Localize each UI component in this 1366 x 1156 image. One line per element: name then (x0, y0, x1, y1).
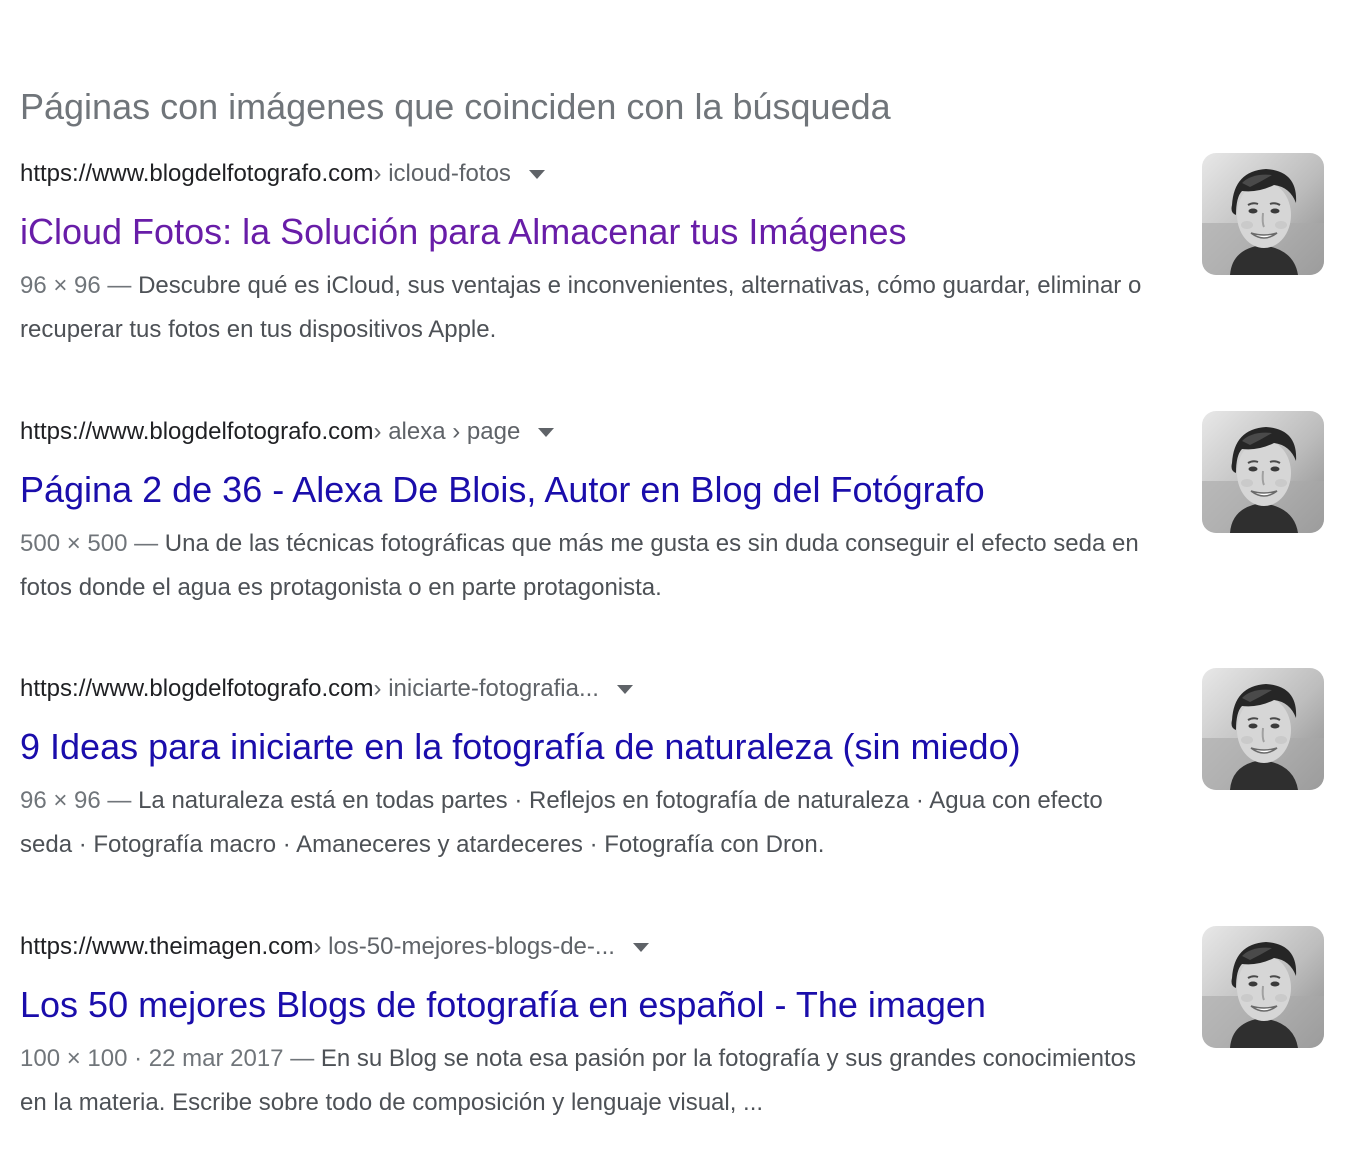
result-snippet-text: Descubre qué es iCloud, sus ventajas e i… (20, 272, 1142, 343)
result-domain: https://www.blogdelfotografo.com (20, 675, 374, 702)
result-item: https://www.blogdelfotografo.com › alexa… (20, 411, 1330, 634)
result-meta: 96 × 96 — (20, 787, 139, 814)
result-item: https://www.blogdelfotografo.com › iclou… (20, 153, 1330, 376)
result-url[interactable]: https://www.blogdelfotografo.com › iclou… (20, 156, 545, 192)
result-snippet: 100 × 100 · 22 mar 2017 — En su Blog se … (20, 1037, 1160, 1125)
portrait-thumbnail-icon[interactable] (1202, 153, 1324, 275)
image-search-results-page: Páginas con imágenes que coinciden con l… (0, 0, 1366, 1156)
result-item: https://www.blogdelfotografo.com › inici… (20, 668, 1330, 891)
caret-down-icon[interactable] (632, 942, 649, 952)
result-meta: 96 × 96 — (20, 272, 139, 299)
result-title-link[interactable]: Página 2 de 36 - Alexa De Blois, Autor e… (20, 466, 985, 514)
result-url[interactable]: https://www.theimagen.com › los-50-mejor… (20, 929, 649, 965)
result-title-link[interactable]: iCloud Fotos: la Solución para Almacenar… (20, 208, 906, 256)
result-item: https://www.theimagen.com › los-50-mejor… (20, 926, 1330, 1149)
result-meta: 100 × 100 · 22 mar 2017 — (20, 1045, 321, 1072)
result-url[interactable]: https://www.blogdelfotografo.com › alexa… (20, 414, 555, 450)
result-path: › icloud-fotos (373, 160, 511, 187)
portrait-thumbnail-icon[interactable] (1202, 411, 1324, 533)
result-domain: https://www.theimagen.com (20, 933, 314, 960)
portrait-thumbnail-icon[interactable] (1202, 926, 1324, 1048)
result-title-link[interactable]: 9 Ideas para iniciarte en la fotografía … (20, 723, 1021, 771)
caret-down-icon[interactable] (528, 169, 545, 179)
result-path: › alexa › page (373, 418, 521, 445)
portrait-thumbnail-icon[interactable] (1202, 668, 1324, 790)
result-title-link[interactable]: Los 50 mejores Blogs de fotografía en es… (20, 981, 986, 1029)
section-heading: Páginas con imágenes que coinciden con l… (20, 86, 891, 127)
result-path: › los-50-mejores-blogs-de-... (313, 933, 615, 960)
result-domain: https://www.blogdelfotografo.com (20, 160, 374, 187)
caret-down-icon[interactable] (616, 684, 633, 694)
caret-down-icon[interactable] (538, 427, 555, 437)
result-snippet: 96 × 96 — La naturaleza está en todas pa… (20, 779, 1160, 867)
result-snippet: 96 × 96 — Descubre qué es iCloud, sus ve… (20, 264, 1160, 352)
result-snippet-text: La naturaleza está en todas partes · Ref… (20, 787, 1103, 858)
result-path: › iniciarte-fotografia... (373, 675, 599, 702)
result-snippet: 500 × 500 — Una de las técnicas fotográf… (20, 522, 1160, 610)
result-domain: https://www.blogdelfotografo.com (20, 418, 374, 445)
result-url[interactable]: https://www.blogdelfotografo.com › inici… (20, 671, 633, 707)
result-meta: 500 × 500 — (20, 530, 165, 557)
result-snippet-text: Una de las técnicas fotográficas que más… (20, 530, 1139, 601)
